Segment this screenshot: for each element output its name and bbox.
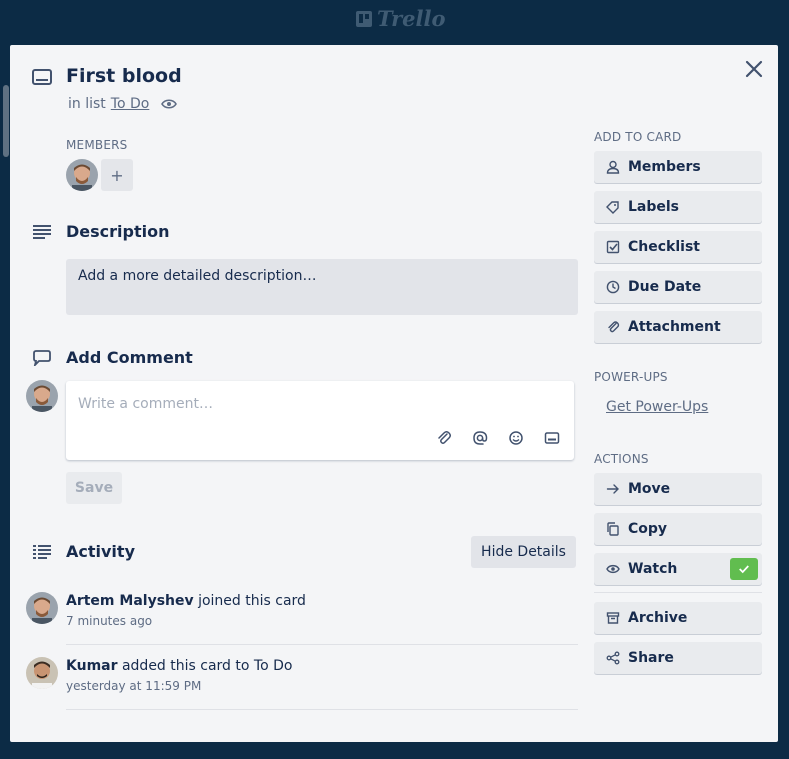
avatar[interactable] xyxy=(66,159,98,191)
members-label: MEMBERS xyxy=(66,138,128,152)
hide-details-button[interactable]: Hide Details xyxy=(471,536,576,568)
description-field[interactable]: Add a more detailed description… xyxy=(66,259,578,315)
card-link-icon[interactable] xyxy=(544,430,560,446)
divider xyxy=(594,592,762,593)
share-icon xyxy=(606,651,620,665)
save-comment-button[interactable]: Save xyxy=(66,472,122,504)
activity-action: added this card to To Do xyxy=(121,658,293,674)
actions-label: ACTIONS xyxy=(594,452,649,466)
paperclip-icon xyxy=(608,321,620,333)
due-date-button[interactable]: Due Date xyxy=(594,271,762,303)
divider xyxy=(66,709,578,710)
checkmark-icon xyxy=(739,565,749,574)
clock-icon xyxy=(606,280,620,294)
mention-icon[interactable] xyxy=(472,430,488,446)
activity-icon xyxy=(33,545,51,559)
comment-box xyxy=(66,381,574,460)
move-button[interactable]: Move xyxy=(594,473,762,505)
add-member-button[interactable]: + xyxy=(101,159,133,191)
copy-icon xyxy=(607,522,619,536)
activity-item: Artem Malyshev joined this card xyxy=(66,593,306,609)
watch-button[interactable]: Watch xyxy=(594,553,762,585)
archive-button-label: Archive xyxy=(628,610,688,626)
copy-button-label: Copy xyxy=(628,521,668,537)
add-comment-title: Add Comment xyxy=(66,348,193,367)
trello-logo-icon xyxy=(356,10,372,27)
copy-button[interactable]: Copy xyxy=(594,513,762,545)
activity-user[interactable]: Kumar xyxy=(66,658,118,674)
emoji-icon[interactable] xyxy=(508,430,524,446)
power-ups-label: POWER-UPS xyxy=(594,370,668,384)
top-bar: Trello xyxy=(0,0,789,36)
add-to-card-label: ADD TO CARD xyxy=(594,130,682,144)
close-icon[interactable] xyxy=(743,58,765,80)
label-icon xyxy=(606,201,619,214)
description-title: Description xyxy=(66,222,170,241)
activity-title: Activity xyxy=(66,542,135,561)
in-list-line: in list To Do xyxy=(68,96,178,112)
attachment-button-label: Attachment xyxy=(628,319,721,335)
archive-button[interactable]: Archive xyxy=(594,602,762,634)
avatar[interactable] xyxy=(26,592,58,624)
move-button-label: Move xyxy=(628,481,671,497)
comment-toolbar xyxy=(436,430,560,446)
attachment-button[interactable]: Attachment xyxy=(594,311,762,343)
card-icon xyxy=(32,69,52,85)
labels-button-label: Labels xyxy=(628,199,680,215)
activity-user[interactable]: Artem Malyshev xyxy=(66,593,194,609)
trello-logo-text: Trello xyxy=(377,6,446,31)
labels-button[interactable]: Labels xyxy=(594,191,762,223)
avatar xyxy=(26,380,58,412)
watching-checkmark xyxy=(730,558,758,580)
activity-action: joined this card xyxy=(198,593,306,609)
card-detail-modal: First blood in list To Do MEMBERS + Desc… xyxy=(10,45,778,742)
activity-item: Kumar added this card to To Do xyxy=(66,658,292,674)
eye-icon xyxy=(606,564,620,574)
eye-icon[interactable] xyxy=(161,98,178,110)
members-button[interactable]: Members xyxy=(594,151,762,183)
share-button-label: Share xyxy=(628,650,674,666)
board-list-edge xyxy=(3,85,9,157)
members-button-label: Members xyxy=(628,159,701,175)
comment-input[interactable] xyxy=(66,381,574,427)
activity-time[interactable]: yesterday at 11:59 PM xyxy=(66,679,201,693)
activity-time[interactable]: 7 minutes ago xyxy=(66,614,152,628)
checklist-button[interactable]: Checklist xyxy=(594,231,762,263)
attachment-icon[interactable] xyxy=(436,430,452,446)
archive-icon xyxy=(606,612,620,624)
get-power-ups-link[interactable]: Get Power-Ups xyxy=(606,399,708,415)
checklist-button-label: Checklist xyxy=(628,239,700,255)
checklist-icon xyxy=(606,240,620,254)
description-icon xyxy=(33,225,51,239)
list-link[interactable]: To Do xyxy=(111,96,150,112)
trello-logo[interactable]: Trello xyxy=(356,6,446,31)
card-title[interactable]: First blood xyxy=(66,65,182,87)
in-list-prefix: in list xyxy=(68,96,106,112)
avatar[interactable] xyxy=(26,657,58,689)
person-icon xyxy=(606,160,620,174)
due-date-button-label: Due Date xyxy=(628,279,702,295)
divider xyxy=(66,644,578,645)
watch-button-label: Watch xyxy=(628,561,678,577)
arrow-right-icon xyxy=(606,484,619,494)
share-button[interactable]: Share xyxy=(594,642,762,674)
comment-icon xyxy=(33,350,51,366)
